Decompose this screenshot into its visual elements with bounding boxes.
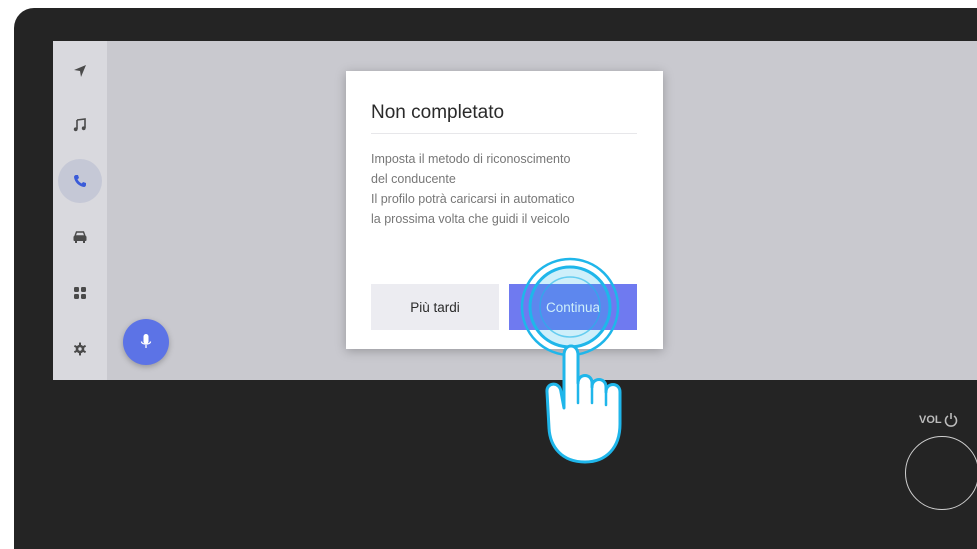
sidebar-item-settings[interactable] — [58, 327, 102, 371]
sidebar-item-navigation[interactable] — [58, 49, 102, 93]
dialog-divider — [371, 133, 637, 134]
sidebar — [53, 41, 107, 380]
sidebar-item-apps[interactable] — [58, 271, 102, 315]
dialog-message-line: la prossima volta che guidi il veicolo — [371, 212, 570, 226]
power-icon — [944, 413, 957, 427]
later-button[interactable]: Più tardi — [371, 284, 499, 330]
dialog-message: Imposta il metodo di riconoscimento del … — [371, 149, 641, 229]
microphone-icon — [140, 334, 152, 348]
gear-icon — [74, 342, 86, 356]
dialog-message-line: Il profilo potrà caricarsi in automatico — [371, 192, 575, 206]
sidebar-item-phone[interactable] — [58, 159, 102, 203]
dialog-message-line: Imposta il metodo di riconoscimento — [371, 152, 571, 166]
voice-assistant-button[interactable] — [123, 319, 169, 365]
sidebar-item-vehicle[interactable] — [58, 215, 102, 259]
volume-label: VOL — [919, 412, 958, 428]
apps-grid-icon — [74, 287, 86, 299]
volume-knob[interactable] — [905, 436, 977, 510]
sidebar-item-music[interactable] — [58, 103, 102, 147]
navigation-arrow-icon — [74, 65, 86, 77]
phone-icon — [74, 175, 86, 187]
music-note-icon — [73, 118, 86, 132]
dialog-title: Non completato — [371, 102, 505, 123]
dialog-message-line: del conducente — [371, 172, 456, 186]
car-icon — [73, 231, 87, 243]
driver-recognition-dialog: Non completato Imposta il metodo di rico… — [346, 71, 663, 349]
volume-text: VOL — [919, 414, 942, 426]
continue-button[interactable]: Continua — [509, 284, 637, 330]
